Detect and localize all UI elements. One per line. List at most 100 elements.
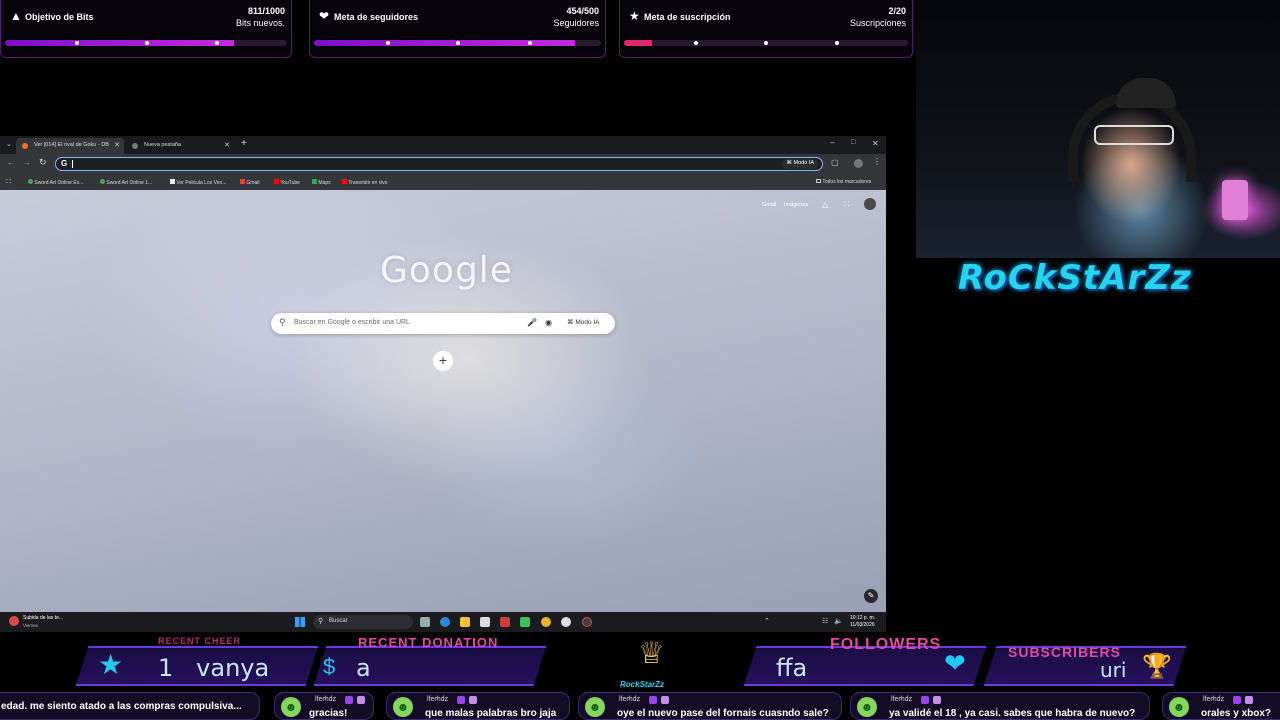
bookmark-sao-1[interactable]: Sword Art Online 1... <box>100 179 152 186</box>
followers-goal-sub: Seguidores <box>553 18 599 28</box>
avatar-icon: ☻ <box>857 697 877 717</box>
account-avatar[interactable] <box>864 198 876 210</box>
file-explorer-icon[interactable] <box>460 617 470 627</box>
forward-icon[interactable]: → <box>23 158 31 167</box>
close-tab-icon[interactable]: ✕ <box>114 141 120 149</box>
google-apps-icon[interactable]: ∷ <box>844 199 850 210</box>
webcam-feed <box>916 0 1280 258</box>
search-icon: ⚲ <box>279 317 286 327</box>
apps-grid-icon[interactable]: ∷ <box>6 177 11 186</box>
toolbar: ← → ↻ G ⌘ Modo IA ▢ ⋮ <box>0 154 886 174</box>
windows-start-icon[interactable] <box>295 617 305 627</box>
maximize-icon[interactable]: □ <box>851 139 855 146</box>
add-shortcut-button[interactable]: + <box>433 351 453 371</box>
chat-user: lferhdz <box>891 696 913 703</box>
avatar-icon: ☻ <box>585 697 605 717</box>
donation-panel <box>313 646 547 686</box>
glasses <box>1094 125 1174 145</box>
bookmark-youtube[interactable]: YouTube <box>274 179 300 186</box>
chat-message: ☻ lferhdz gracias! <box>274 692 374 720</box>
chat-message: edad. me siento atado a las compras comp… <box>0 692 260 720</box>
avatar-icon: ☻ <box>1169 697 1189 717</box>
back-icon[interactable]: ← <box>7 158 15 167</box>
chat-user: lferhdz <box>427 696 449 703</box>
badge-icon <box>357 696 365 704</box>
bookmark-transmitir[interactable]: Transmitir en vivo <box>342 179 388 186</box>
weather-title[interactable]: Subida de las te... <box>23 615 63 621</box>
recent-cheer-label: RECENT CHEER <box>158 636 242 646</box>
badge-icon <box>1245 696 1253 704</box>
bookmarks-bar: ∷ Sword Art Online Ex... Sword Art Onlin… <box>0 174 886 190</box>
search-icon: ⚲ <box>318 618 324 625</box>
google-search-box[interactable]: ⚲ Buscar en Google o escribir una URL 🎤 … <box>271 313 615 334</box>
close-tab-icon[interactable]: ✕ <box>224 141 230 149</box>
minimize-icon[interactable]: – <box>830 138 834 147</box>
search-ai-mode-button[interactable]: ⌘ Modo IA <box>567 318 600 326</box>
milestone-dot <box>456 41 460 45</box>
bits-goal: ▲ Objetivo de Bits 811/1000 Bits nuevos. <box>0 0 292 58</box>
chrome-icon[interactable] <box>541 617 551 627</box>
bits-icon: ▲ <box>10 9 22 23</box>
new-tab-plus-icon[interactable]: + <box>241 138 247 149</box>
all-bookmarks[interactable]: Todos los marcadores <box>816 179 871 185</box>
avatar-icon: ☻ <box>281 697 301 717</box>
task-view-icon[interactable] <box>420 617 430 627</box>
bookmark-label: Maps <box>318 180 331 186</box>
tab-label: Ver [014] El rival de Goku - DB <box>34 142 109 148</box>
milestone-dot <box>764 41 768 45</box>
app-green-icon[interactable] <box>520 617 530 627</box>
weather-icon[interactable] <box>9 616 19 626</box>
badge-icon <box>469 696 477 704</box>
milestone-dot <box>528 41 532 45</box>
store-icon[interactable] <box>480 617 490 627</box>
clock-date[interactable]: 11/03/2026 <box>850 622 875 628</box>
bookmark-sao-ex[interactable]: Sword Art Online Ex... <box>28 179 83 186</box>
lens-icon[interactable]: ◉ <box>545 318 552 327</box>
tray-chevron-icon[interactable]: ⌃ <box>764 617 770 625</box>
chat-message: ☻ lferhdz que malas palabras bro jaja <box>386 692 570 720</box>
customize-pencil-icon[interactable]: ✎ <box>864 589 878 603</box>
google-g-icon: G <box>61 159 68 168</box>
tab-new-tab[interactable]: Nueva pestaña ✕ <box>126 138 234 154</box>
app-white-icon[interactable] <box>561 617 571 627</box>
tab-dbz[interactable]: Ver [014] El rival de Goku - DB ✕ <box>16 138 124 154</box>
edge-icon[interactable] <box>440 617 450 627</box>
close-window-icon[interactable]: ✕ <box>872 139 879 148</box>
chat-ticker: edad. me siento atado a las compras comp… <box>0 688 1280 720</box>
volume-icon[interactable]: 🔈 <box>834 617 843 625</box>
omnibox-ai-mode-button[interactable]: ⌘ Modo IA <box>782 159 818 169</box>
labs-flask-icon[interactable]: △ <box>822 200 828 209</box>
clock-time[interactable]: 10:12 p. m. <box>850 615 875 621</box>
gmail-link[interactable]: Gmail <box>762 202 776 208</box>
followers-progress-fill <box>314 40 575 46</box>
bookmark-gmail[interactable]: Gmail <box>240 179 259 186</box>
windows-taskbar: Subida de las te... Viernes ⚲ Buscar ⌃ ☷… <box>0 612 886 632</box>
images-link[interactable]: Imágenes <box>784 202 808 208</box>
microphone-icon[interactable]: 🎤 <box>527 318 537 327</box>
bookmark-favicon-icon <box>170 179 175 184</box>
chat-message: ☻ lferhdz ya validé el 18 , ya casi. sab… <box>850 692 1150 720</box>
wifi-icon[interactable]: ☷ <box>822 617 828 625</box>
profile-icon[interactable] <box>854 159 863 168</box>
bookmark-maps[interactable]: Maps <box>312 179 331 186</box>
all-bookmarks-label: Todos los marcadores <box>822 179 872 185</box>
recent-donation-label: RECENT DONATION <box>358 635 499 650</box>
taskbar-search[interactable]: ⚲ Buscar <box>313 615 413 629</box>
search-placeholder: Buscar en Google o escribir una URL <box>294 319 410 326</box>
app-red-icon[interactable] <box>500 617 510 627</box>
milestone-dot <box>835 41 839 45</box>
extensions-icon[interactable]: ▢ <box>831 158 839 167</box>
reload-icon[interactable]: ↻ <box>39 157 47 168</box>
weather-sub: Viernes <box>23 623 39 628</box>
ai-mode-label: Modo IA <box>793 160 814 166</box>
tab-bar: ⌄ Ver [014] El rival de Goku - DB ✕ Nuev… <box>0 136 886 154</box>
bookmark-pelicula[interactable]: Ver Pelicula Los Ven... <box>170 179 226 186</box>
chat-text: edad. me siento atado a las compras comp… <box>1 701 242 712</box>
bookmark-favicon-icon <box>100 179 105 184</box>
obs-icon[interactable] <box>582 617 592 627</box>
heart-icon: ❤ <box>944 648 966 678</box>
menu-kebab-icon[interactable]: ⋮ <box>873 157 881 166</box>
address-bar[interactable]: G ⌘ Modo IA <box>55 157 823 171</box>
subscribers-value: uri <box>1100 658 1127 682</box>
tab-list-chevron-icon[interactable]: ⌄ <box>6 140 12 148</box>
